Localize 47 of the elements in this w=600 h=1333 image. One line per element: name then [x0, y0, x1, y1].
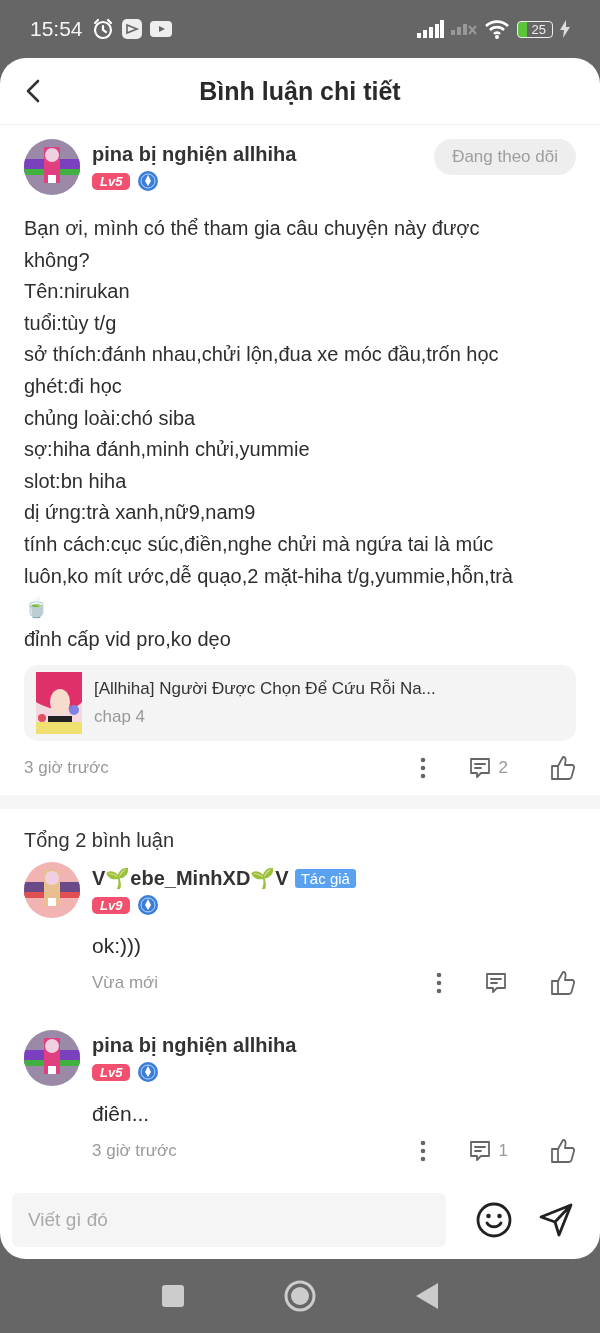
wifi-icon [483, 19, 510, 39]
video-play-icon [149, 21, 172, 37]
app-icon [120, 18, 143, 40]
comment-icon[interactable] [484, 971, 508, 996]
comment-count: Tổng 2 bình luận [24, 829, 176, 853]
level-badge: Lv5 [92, 1063, 131, 1081]
level-badge: Lv5 [92, 172, 131, 190]
send-icon[interactable] [538, 1202, 574, 1238]
back-icon[interactable] [26, 79, 40, 103]
comment-text: điên... [92, 1102, 151, 1127]
timestamp: 3 giờ trước [24, 758, 109, 779]
level-badge: Lv9 [92, 896, 131, 914]
more-icon[interactable] [436, 972, 442, 995]
timestamp: 3 giờ trước [92, 1141, 177, 1162]
shield-badge-icon [138, 171, 159, 191]
user-name: V🌱ebe_MinhXD🌱V [92, 866, 289, 891]
comment-text: ok:))) [92, 934, 142, 959]
thumbs-up-icon[interactable] [550, 755, 576, 782]
clock: 15:54 [30, 17, 83, 41]
comment-icon[interactable] [467, 1139, 492, 1164]
chapter-label: chap 4 [94, 707, 147, 728]
back-nav-icon[interactable] [416, 1283, 438, 1309]
signal-icon [415, 20, 444, 38]
battery-indicator: 25 [516, 20, 553, 38]
thumbs-up-icon[interactable] [550, 970, 576, 997]
user-name: pina bị nghiện allhiha [92, 1034, 297, 1058]
more-icon[interactable] [419, 1140, 426, 1163]
timestamp: Vừa mới [92, 973, 158, 994]
home-nav-icon[interactable] [284, 1280, 316, 1312]
shield-badge-icon [138, 1062, 159, 1083]
story-title: [Allhiha] Người Được Chọn Để Cứu Rỗi Na... [94, 679, 436, 700]
comment-text: Bạn ơi, mình có thể tham gia câu chuyện này được không? Tên:nirukan tuổi:tùy t/g sở thích:đánh nhau,chửi lộn,đua xe móc đầu,trốn học ghét:đi học chủng loài:chó siba sợ:hiha đánh,minh chửi,yummie slot:bn hiha dị ứng:trà xanh,nữ9,nam9 tính cách:cục súc,điền,nghe chửi mà ngứa tai là múc luôn,ko mít ước,dễ quạo,2 mặt-hiha t/g,yummie,hỗn,trà🍵 đỉnh cấp vid pro,ko dẹo [24, 216, 514, 652]
comment-input[interactable]: Viết gì đó [12, 1193, 446, 1247]
alarm-icon [91, 18, 114, 40]
reply-count: 2 [498, 758, 508, 779]
shield-badge-icon [138, 895, 159, 916]
more-icon[interactable] [419, 757, 426, 780]
user-name: pina bị nghiện allhiha [92, 143, 297, 166]
emoji-icon[interactable] [476, 1202, 512, 1238]
story-card[interactable]: [Allhiha] Người Được Chọn Để Cứu Rỗi Na... chap 4 [24, 665, 576, 742]
comment-icon[interactable] [467, 756, 492, 781]
reply-count: 1 [498, 1141, 508, 1162]
author-tag: Tác giả [294, 868, 356, 888]
page-title: Bình luận chi tiết [199, 76, 401, 106]
thumbs-up-icon[interactable] [550, 1138, 576, 1165]
no-signal-icon [450, 23, 477, 35]
charging-icon [560, 20, 570, 38]
